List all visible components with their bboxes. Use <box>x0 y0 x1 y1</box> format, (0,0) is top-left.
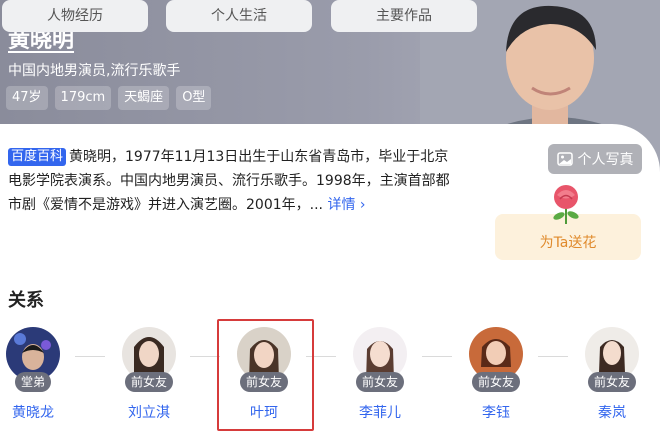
tab-works[interactable]: 主要作品 <box>331 0 477 32</box>
image-icon <box>556 152 573 166</box>
relation-badge: 前女友 <box>587 372 637 392</box>
rose-icon <box>553 185 579 224</box>
summary-text: 百度百科 黄晓明，1977年11月13日出生于山东省青岛市，毕业于北京电影学院表演… <box>8 145 458 217</box>
relation-connector <box>538 356 568 357</box>
relation-name[interactable]: 刘立淇 <box>112 402 186 422</box>
details-link[interactable]: 详情 › <box>327 197 365 213</box>
relation-name[interactable]: 黄晓龙 <box>0 402 70 422</box>
relation-name[interactable]: 秦岚 <box>575 402 649 422</box>
relation-badge: 堂弟 <box>14 372 52 392</box>
relation-badge: 前女友 <box>239 372 289 392</box>
relations-title: 关系 <box>8 290 44 311</box>
profile-occupation: 中国内地男演员,流行乐歌手 <box>8 63 181 79</box>
relation-badge: 前女友 <box>471 372 521 392</box>
baike-badge[interactable]: 百度百科 <box>8 148 67 166</box>
relation-connector <box>75 356 105 357</box>
zodiac-tag: 天蝎座 <box>118 86 170 110</box>
relation-connector <box>422 356 452 357</box>
photo-album-button[interactable]: 个人写真 <box>548 144 642 174</box>
photo-album-label: 个人写真 <box>577 152 634 168</box>
summary-ellipsis: ... <box>309 197 323 213</box>
relation-name[interactable]: 李菲儿 <box>343 402 417 422</box>
tab-personal-life[interactable]: 个人生活 <box>166 0 312 32</box>
profile-tags: 47岁 179cm 天蝎座 O型 <box>6 86 212 110</box>
age-tag: 47岁 <box>6 86 48 110</box>
relation-name[interactable]: 李钰 <box>459 402 533 422</box>
tab-biography[interactable]: 人物经历 <box>2 0 148 32</box>
blood-type-tag: O型 <box>176 86 212 110</box>
relation-connector <box>190 356 220 357</box>
height-tag: 179cm <box>54 86 112 110</box>
send-flower-label: 为Ta送花 <box>539 235 597 251</box>
relation-badge: 前女友 <box>355 372 405 392</box>
summary-body: 黄晓明，1977年11月13日出生于山东省青岛市，毕业于北京电影学院表演系。中国… <box>8 149 450 213</box>
relation-name[interactable]: 叶珂 <box>227 402 301 422</box>
relation-badge: 前女友 <box>124 372 174 392</box>
